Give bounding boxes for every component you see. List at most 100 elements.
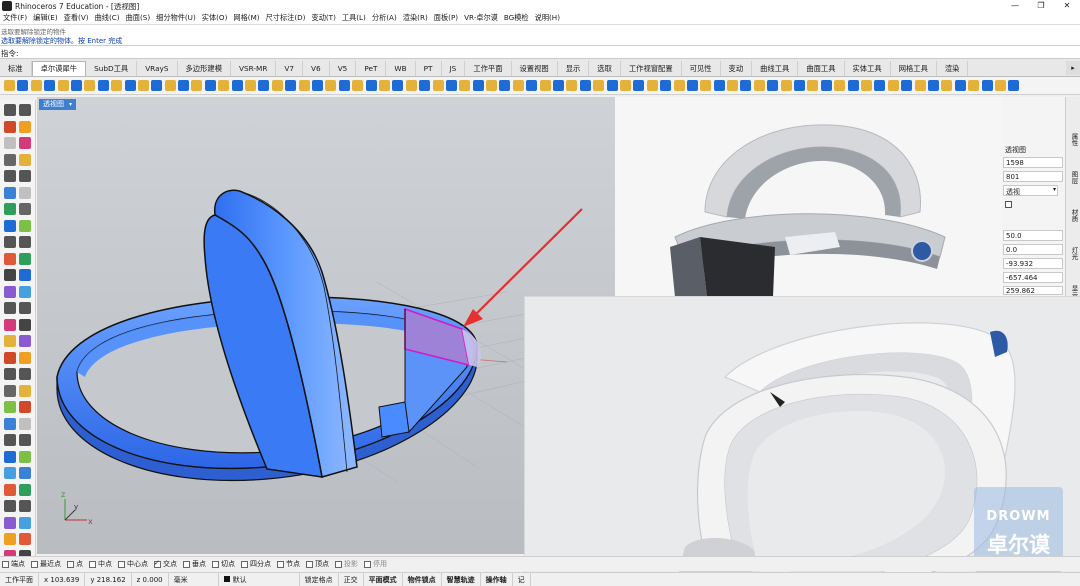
toolbar-button-icon[interactable] xyxy=(111,80,123,91)
left-tool-icon[interactable] xyxy=(4,384,16,397)
left-tool-icon[interactable] xyxy=(4,137,16,149)
left-tool-icon[interactable] xyxy=(19,120,31,133)
toolbar-tab[interactable]: 变动 xyxy=(721,61,753,76)
left-tool-icon[interactable] xyxy=(19,137,31,149)
left-tool-icon[interactable] xyxy=(19,269,31,281)
viewport-title-tab[interactable]: 透视图 ▾ xyxy=(39,99,77,110)
toolbar-button-icon[interactable] xyxy=(512,80,524,91)
toolbar-button-icon[interactable] xyxy=(994,80,1006,91)
left-tool-icon[interactable] xyxy=(19,384,31,397)
toolbar-button-icon[interactable] xyxy=(151,80,163,91)
toolbar-button-icon[interactable] xyxy=(419,80,431,91)
toolbar-tab[interactable]: 可见性 xyxy=(682,61,721,76)
toolbar-tab[interactable]: PeT xyxy=(356,61,387,76)
status-grid-snap[interactable]: 锁定格点 xyxy=(300,572,339,586)
toolbar-button-icon[interactable] xyxy=(245,80,257,91)
toolbar-button-icon[interactable] xyxy=(124,80,136,91)
toolbar-button-icon[interactable] xyxy=(325,80,337,91)
toolbar-button-icon[interactable] xyxy=(686,80,698,91)
menu-item[interactable]: BG模检 xyxy=(504,13,529,23)
osnap-checkbox[interactable] xyxy=(31,560,38,568)
osnap-checkbox[interactable] xyxy=(118,560,125,568)
left-tool-icon[interactable] xyxy=(19,203,31,215)
toolbar-tab[interactable]: 渲染 xyxy=(937,61,969,76)
toolbar-button-icon[interactable] xyxy=(753,80,765,91)
left-tool-icon[interactable] xyxy=(19,368,31,380)
toolbar-button-icon[interactable] xyxy=(740,80,752,91)
left-tool-icon[interactable] xyxy=(4,434,16,446)
left-tool-icon[interactable] xyxy=(4,186,16,199)
toolbar-button-icon[interactable] xyxy=(4,80,15,91)
toolbar-button-icon[interactable] xyxy=(861,80,872,91)
status-record-history[interactable]: 记 xyxy=(513,572,531,586)
toolbar-button-icon[interactable] xyxy=(17,80,29,91)
left-tool-icon[interactable] xyxy=(4,285,16,298)
toolbar-button-icon[interactable] xyxy=(392,80,404,91)
left-tool-icon[interactable] xyxy=(4,252,16,265)
left-tool-icon[interactable] xyxy=(4,351,16,364)
toolbar-button-icon[interactable] xyxy=(137,80,149,91)
left-tool-icon[interactable] xyxy=(4,302,16,314)
toolbar-button-icon[interactable] xyxy=(258,80,270,91)
toolbar-tab[interactable]: VRayS xyxy=(137,61,178,76)
toolbar-button-icon[interactable] xyxy=(579,80,591,91)
toolbar-button-icon[interactable] xyxy=(847,80,859,91)
osnap-option[interactable]: 四分点 xyxy=(241,559,271,569)
camera-x-field[interactable]: -93.932 xyxy=(1003,258,1063,269)
camera-z-field[interactable]: 259.862 xyxy=(1003,286,1063,295)
panel-tab[interactable]: 图层 xyxy=(1068,171,1079,184)
left-tool-icon[interactable] xyxy=(19,401,31,413)
tab-scroll-button[interactable]: ▸ xyxy=(1066,61,1080,75)
toolbar-tab[interactable]: 曲线工具 xyxy=(752,61,799,76)
left-tool-icon[interactable] xyxy=(19,252,31,265)
menu-item[interactable]: 面板(P) xyxy=(434,13,458,23)
toolbar-button-icon[interactable] xyxy=(526,80,538,91)
toolbar-button-icon[interactable] xyxy=(927,80,939,91)
toolbar-button-icon[interactable] xyxy=(204,80,216,91)
menu-item[interactable]: 编辑(E) xyxy=(33,13,58,23)
osnap-option[interactable]: 垂点 xyxy=(183,559,206,569)
left-tool-icon[interactable] xyxy=(4,153,16,166)
left-tool-icon[interactable] xyxy=(4,104,16,116)
toolbar-tab[interactable]: 工作视窗配置 xyxy=(621,61,682,76)
toolbar-button-icon[interactable] xyxy=(486,80,498,91)
left-tool-icon[interactable] xyxy=(19,351,31,364)
left-tool-icon[interactable] xyxy=(4,219,16,232)
toolbar-button-icon[interactable] xyxy=(432,80,444,91)
camera-y-field[interactable]: -657.464 xyxy=(1003,272,1063,283)
toolbar-button-icon[interactable] xyxy=(352,80,364,91)
toolbar-button-icon[interactable] xyxy=(713,80,725,91)
toolbar-button-icon[interactable] xyxy=(84,80,96,91)
toolbar-button-icon[interactable] xyxy=(887,80,899,91)
toolbar-tab[interactable]: 工作平面 xyxy=(465,61,512,76)
menu-item[interactable]: 分析(A) xyxy=(372,13,397,23)
minimize-button[interactable]: — xyxy=(1002,0,1028,12)
lens-length-field[interactable]: 50.0 xyxy=(1003,230,1063,241)
osnap-checkbox[interactable] xyxy=(241,560,248,568)
panel-tab[interactable]: 材质 xyxy=(1068,209,1079,222)
menu-item[interactable]: 查看(V) xyxy=(64,13,89,23)
menu-item[interactable]: 网格(M) xyxy=(233,13,259,23)
toolbar-button-icon[interactable] xyxy=(941,80,953,91)
toolbar-button-icon[interactable] xyxy=(606,80,618,91)
toolbar-button-icon[interactable] xyxy=(700,80,712,91)
toolbar-button-icon[interactable] xyxy=(767,80,779,91)
toolbar-button-icon[interactable] xyxy=(338,80,350,91)
osnap-checkbox[interactable] xyxy=(183,560,190,568)
restore-button[interactable]: ❐ xyxy=(1028,0,1054,12)
left-tool-icon[interactable] xyxy=(19,186,31,199)
toolbar-tab[interactable]: 曲面工具 xyxy=(798,61,845,76)
osnap-option[interactable]: 投影 xyxy=(335,559,358,569)
left-tool-icon[interactable] xyxy=(19,302,31,314)
toolbar-button-icon[interactable] xyxy=(472,80,484,91)
left-tool-icon[interactable] xyxy=(19,417,31,430)
toolbar-tab[interactable]: V6 xyxy=(303,61,330,76)
toolbar-button-icon[interactable] xyxy=(70,80,82,91)
osnap-option[interactable]: 点 xyxy=(67,559,83,569)
toolbar-button-icon[interactable] xyxy=(311,80,323,91)
toolbar-button-icon[interactable] xyxy=(968,80,980,91)
osnap-option[interactable]: 端点 xyxy=(2,559,25,569)
osnap-checkbox[interactable] xyxy=(335,560,342,568)
left-tool-icon[interactable] xyxy=(19,434,31,446)
left-tool-icon[interactable] xyxy=(19,318,31,331)
